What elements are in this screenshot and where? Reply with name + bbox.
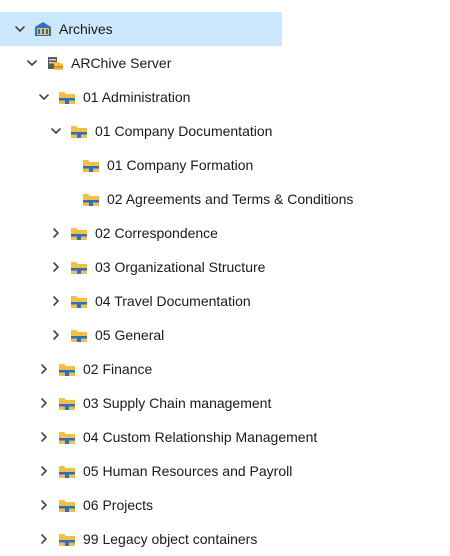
tree-node[interactable]: 01 Administration bbox=[0, 80, 190, 114]
tree-node[interactable]: 05 General bbox=[0, 318, 164, 352]
chevron-right-icon[interactable] bbox=[48, 327, 64, 343]
folder-icon bbox=[58, 361, 76, 377]
tree-node[interactable]: 02 Agreements and Terms & Conditions bbox=[0, 182, 353, 216]
chevron-right-icon[interactable] bbox=[36, 463, 52, 479]
chevron-right-icon[interactable] bbox=[36, 395, 52, 411]
folder-icon bbox=[58, 531, 76, 547]
tree-node-label: 03 Organizational Structure bbox=[95, 259, 266, 275]
tree-node[interactable]: ARChive Server bbox=[0, 46, 171, 80]
tree-node-label: 99 Legacy object containers bbox=[83, 531, 258, 547]
folder-icon bbox=[70, 123, 88, 139]
folder-icon bbox=[70, 293, 88, 309]
chevron-right-icon[interactable] bbox=[36, 429, 52, 445]
tree-node-label: 01 Administration bbox=[83, 89, 191, 105]
chevron-right-icon[interactable] bbox=[36, 497, 52, 513]
archives-icon bbox=[34, 21, 52, 37]
archive-tree-view[interactable]: Archives ARChive Server 01 Administration 0… bbox=[0, 0, 450, 554]
tree-node-label: 03 Supply Chain management bbox=[83, 395, 272, 411]
tree-node[interactable]: 04 Custom Relationship Management bbox=[0, 420, 317, 454]
tree-node[interactable]: 99 Legacy object containers bbox=[0, 522, 257, 556]
tree-node-label: 06 Projects bbox=[83, 497, 154, 513]
tree-node[interactable]: 05 Human Resources and Payroll bbox=[0, 454, 292, 488]
chevron-down-icon[interactable] bbox=[12, 21, 28, 37]
tree-node[interactable]: 01 Company Formation bbox=[0, 148, 253, 182]
tree-node[interactable]: 01 Company Documentation bbox=[0, 114, 272, 148]
chevron-down-icon[interactable] bbox=[48, 123, 64, 139]
folder-icon bbox=[70, 225, 88, 241]
tree-node-label: 01 Company Formation bbox=[107, 157, 254, 173]
folder-icon bbox=[82, 157, 100, 173]
chevron-right-icon[interactable] bbox=[48, 293, 64, 309]
tree-node-label: 05 Human Resources and Payroll bbox=[83, 463, 293, 479]
tree-node-label: Archives bbox=[59, 21, 113, 37]
tree-node[interactable]: 02 Correspondence bbox=[0, 216, 218, 250]
folder-icon bbox=[58, 89, 76, 105]
folder-icon bbox=[58, 395, 76, 411]
chevron-right-icon[interactable] bbox=[36, 531, 52, 547]
folder-icon bbox=[58, 429, 76, 445]
tree-node-label: 02 Finance bbox=[83, 361, 153, 377]
chevron-down-icon[interactable] bbox=[36, 89, 52, 105]
folder-icon bbox=[58, 497, 76, 513]
chevron-right-icon[interactable] bbox=[48, 259, 64, 275]
tree-node-label: 04 Custom Relationship Management bbox=[83, 429, 318, 445]
server-icon bbox=[46, 55, 64, 71]
tree-node-label: 02 Correspondence bbox=[95, 225, 218, 241]
chevron-right-icon[interactable] bbox=[48, 225, 64, 241]
tree-node-label: 04 Travel Documentation bbox=[95, 293, 251, 309]
tree-node-label: 02 Agreements and Terms & Conditions bbox=[107, 191, 354, 207]
tree-node[interactable]: 04 Travel Documentation bbox=[0, 284, 251, 318]
folder-icon bbox=[58, 463, 76, 479]
tree-node[interactable]: Archives bbox=[0, 12, 282, 46]
folder-icon bbox=[70, 259, 88, 275]
tree-node-label: 05 General bbox=[95, 327, 165, 343]
tree-node[interactable]: 06 Projects bbox=[0, 488, 153, 522]
tree-node-label: 01 Company Documentation bbox=[95, 123, 273, 139]
chevron-down-icon[interactable] bbox=[24, 55, 40, 71]
folder-icon bbox=[82, 191, 100, 207]
tree-node[interactable]: 03 Supply Chain management bbox=[0, 386, 271, 420]
folder-icon bbox=[70, 327, 88, 343]
chevron-right-icon[interactable] bbox=[36, 361, 52, 377]
tree-node-label: ARChive Server bbox=[71, 55, 172, 71]
tree-node[interactable]: 03 Organizational Structure bbox=[0, 250, 265, 284]
tree-node[interactable]: 02 Finance bbox=[0, 352, 152, 386]
